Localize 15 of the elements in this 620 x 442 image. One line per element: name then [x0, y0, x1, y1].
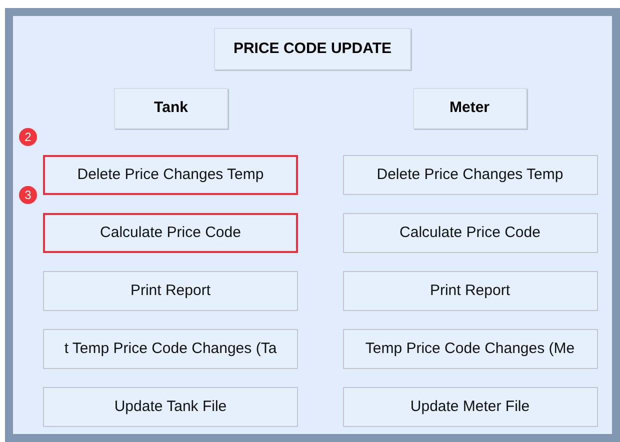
action-button[interactable]: Delete Price Changes Temp: [342, 155, 598, 195]
title-button[interactable]: PRICE CODE UPDATE: [214, 28, 411, 70]
action-button[interactable]: Update Meter File: [342, 387, 598, 427]
action-button[interactable]: Update Tank File: [43, 387, 298, 427]
header-button[interactable]: Meter: [412, 88, 526, 129]
header-button[interactable]: Tank: [114, 88, 228, 129]
action-button[interactable]: Print Report: [342, 271, 598, 311]
step-badge: 2: [19, 128, 37, 146]
action-button[interactable]: Calculate Price Code: [43, 213, 298, 253]
action-button[interactable]: Temp Price Code Changes (Me: [342, 329, 598, 369]
step-badge: 3: [19, 186, 37, 204]
action-button[interactable]: t Temp Price Code Changes (Ta: [43, 329, 298, 369]
action-button[interactable]: Delete Price Changes Temp: [43, 155, 298, 195]
action-button[interactable]: Calculate Price Code: [342, 213, 598, 253]
action-button[interactable]: Print Report: [43, 271, 298, 311]
